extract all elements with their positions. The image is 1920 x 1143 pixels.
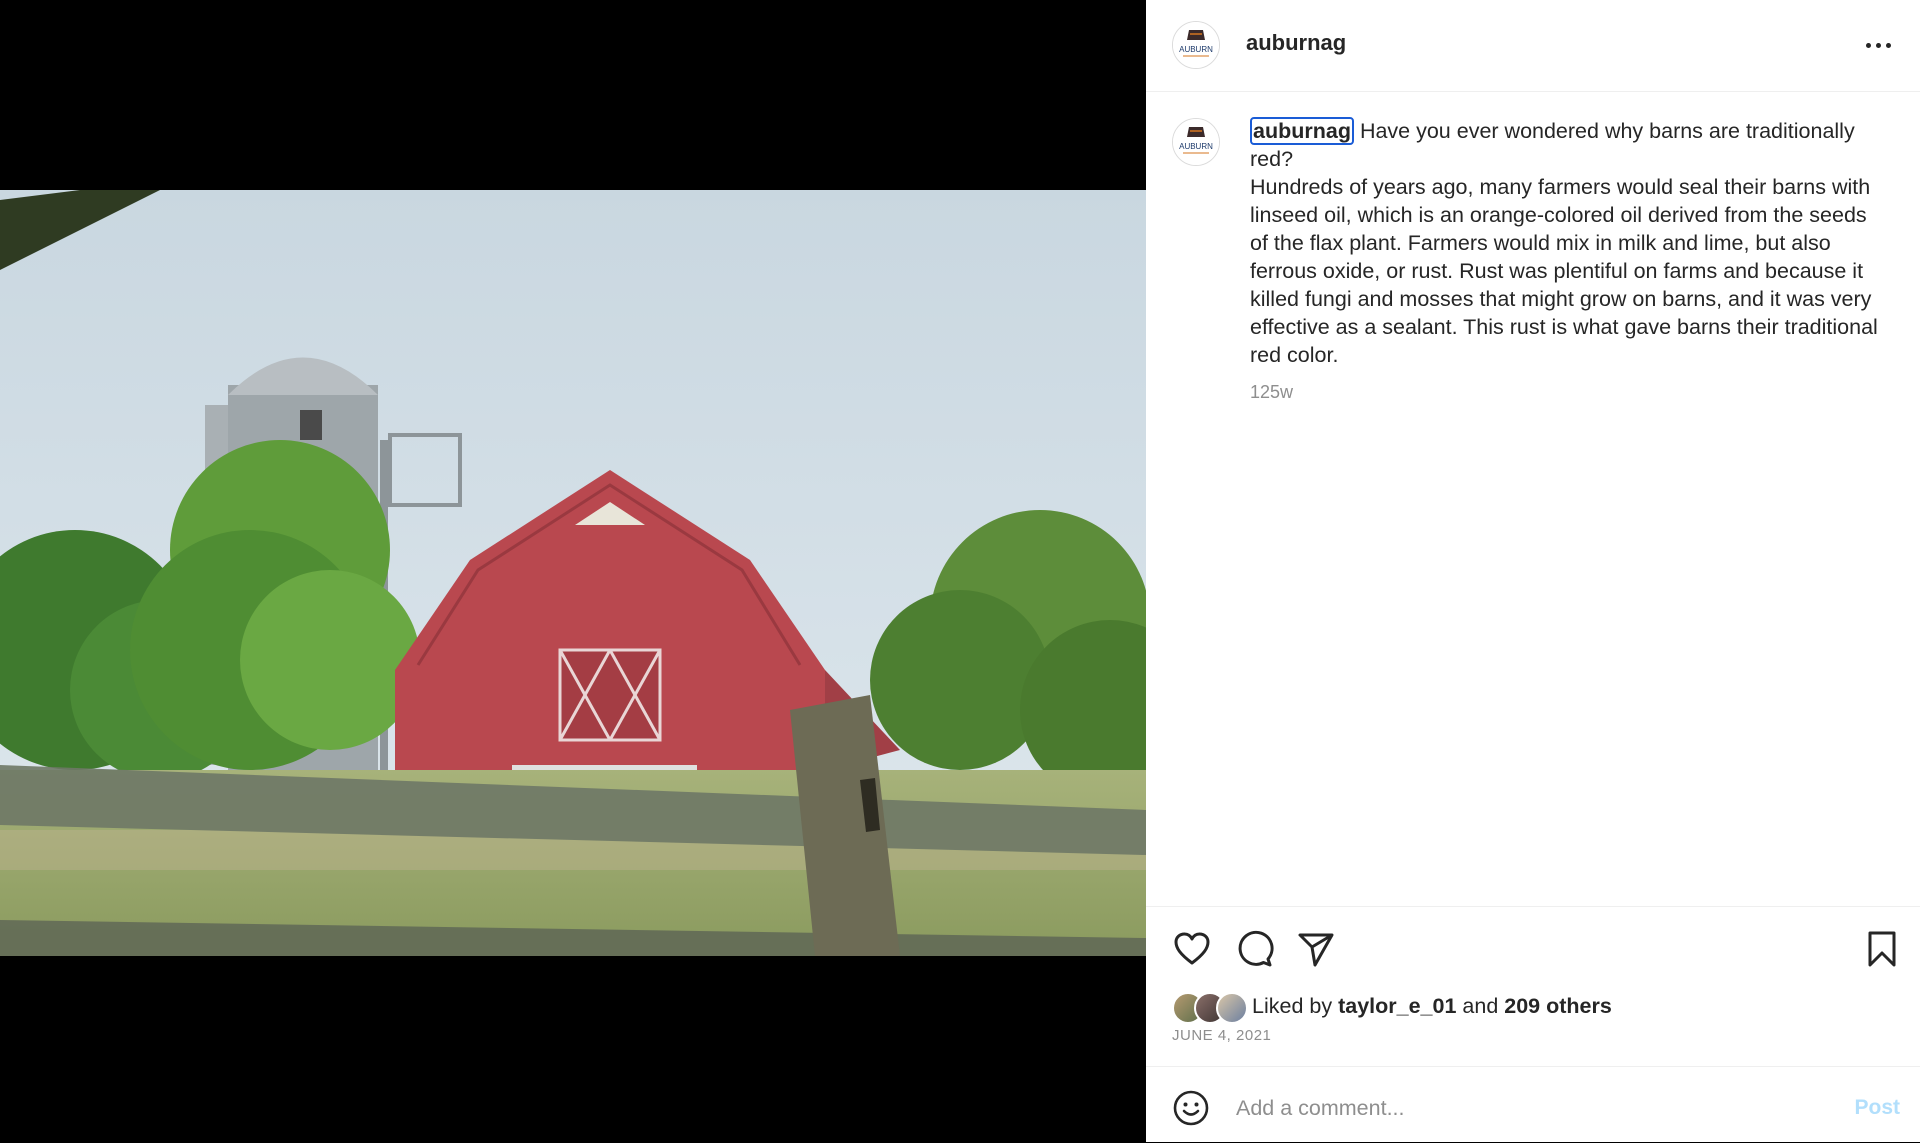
more-options-button[interactable]: [1860, 30, 1896, 60]
save-button[interactable]: [1862, 929, 1902, 969]
caption-timestamp[interactable]: 125w: [1250, 382, 1293, 403]
comment-bar: Post: [1146, 1066, 1920, 1143]
caption-body: Hundreds of years ago, many farmers woul…: [1250, 175, 1878, 367]
likes-joiner: and: [1462, 994, 1499, 1018]
smiley-icon: [1173, 1090, 1209, 1126]
auburn-logo-icon: AUBURN: [1173, 22, 1219, 68]
share-button[interactable]: [1296, 929, 1336, 969]
more-horizontal-icon-dot: [1875, 42, 1881, 48]
more-horizontal-icon-dot: [1885, 42, 1891, 48]
likes-others-link[interactable]: 209 others: [1504, 994, 1612, 1018]
post-username[interactable]: auburnag: [1246, 30, 1346, 56]
comment-icon: [1238, 930, 1274, 967]
svg-text:AUBURN: AUBURN: [1179, 142, 1213, 151]
barn-image: [0, 190, 1146, 956]
likes-prefix: Liked by: [1252, 994, 1333, 1018]
action-bar: [1146, 906, 1920, 985]
post-date[interactable]: JUNE 4, 2021: [1172, 1027, 1271, 1044]
svg-text:AUBURN: AUBURN: [1179, 45, 1213, 54]
likes-summary: Liked by taylor_e_01 and 209 others: [1172, 990, 1892, 1024]
comment-input[interactable]: [1234, 1087, 1798, 1129]
like-button[interactable]: [1172, 929, 1212, 969]
emoji-button[interactable]: [1172, 1089, 1210, 1127]
liker-username-link[interactable]: taylor_e_01: [1338, 994, 1456, 1018]
bookmark-icon: [1868, 931, 1896, 967]
post-panel: AUBURN auburnag AUBURN auburnag Have you…: [1146, 0, 1920, 1142]
barn-photo[interactable]: [0, 190, 1146, 956]
caption-text: auburnag Have you ever wondered why barn…: [1250, 117, 1890, 369]
profile-avatar[interactable]: AUBURN: [1172, 21, 1220, 69]
heart-icon: [1174, 932, 1210, 965]
caption-avatar[interactable]: AUBURN: [1172, 118, 1220, 166]
caption-username-link[interactable]: auburnag: [1250, 117, 1354, 145]
liker-avatar[interactable]: [1216, 992, 1248, 1024]
post-media: [0, 0, 1146, 1142]
paper-plane-icon: [1298, 933, 1334, 967]
likes-text: Liked by taylor_e_01 and 209 others: [1252, 994, 1612, 1019]
post-header: AUBURN auburnag: [1146, 0, 1920, 92]
more-horizontal-icon: [1865, 42, 1871, 48]
comment-button[interactable]: [1234, 929, 1274, 969]
post-comment-button[interactable]: Post: [1854, 1096, 1900, 1120]
auburn-logo-icon: AUBURN: [1173, 119, 1219, 165]
